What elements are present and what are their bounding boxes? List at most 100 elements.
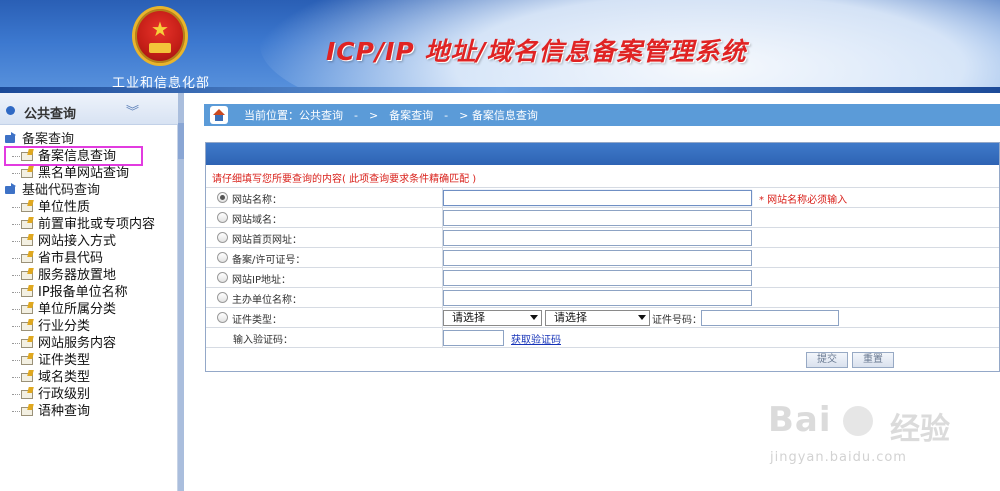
radio-host-unit[interactable] <box>217 292 228 303</box>
site-ip-input[interactable] <box>443 270 752 286</box>
document-icon <box>21 322 33 331</box>
field-row-cert-type: 证件类型： 请选择 请选择 证件号码： <box>206 307 999 328</box>
query-panel: 请仔细填写您所要查询的内容( 此项查询要求条件精确匹配 ) 网站名称： * 网站… <box>205 142 1000 372</box>
captcha-label: 输入验证码： <box>233 335 293 346</box>
field-row-captcha: 输入验证码： 获取验证码 <box>206 327 999 348</box>
sidebar-item-label: 省市县代码 <box>38 251 104 266</box>
chevron-down-icon[interactable]: ︾ <box>126 101 139 120</box>
field-row-host-unit: 主办单位名称： <box>206 287 999 308</box>
sidebar-item-label: 证件类型 <box>38 353 91 368</box>
field-label: 网站域名： <box>232 215 282 226</box>
document-icon <box>21 373 33 382</box>
radio-site-ip[interactable] <box>217 272 228 283</box>
home-icon[interactable] <box>210 106 228 124</box>
submit-button[interactable]: 提交 <box>806 352 848 368</box>
sidebar-item-label: 单位所属分类 <box>38 302 117 317</box>
sidebar-item-server-location[interactable]: 服务器放置地 <box>0 267 178 284</box>
sidebar-item-label: IP报备单位名称 <box>38 285 128 300</box>
sidebar-item-label: 网站接入方式 <box>38 234 117 249</box>
emblem-star-icon: ★ <box>151 17 169 41</box>
homepage-url-input[interactable] <box>443 230 752 246</box>
field-row-license-number: 备案/许可证号： <box>206 247 999 268</box>
folder-arrow-icon <box>5 183 16 194</box>
sidebar-item-unit-nature[interactable]: 单位性质 <box>0 199 178 216</box>
document-icon <box>21 339 33 348</box>
cert-category-select[interactable]: 请选择 <box>443 310 542 326</box>
required-note: * 网站名称必须输入 <box>759 195 848 206</box>
bullet-icon <box>6 106 15 115</box>
captcha-input[interactable] <box>443 330 504 346</box>
splitter-grip[interactable] <box>178 123 184 159</box>
document-icon <box>21 169 33 178</box>
sidebar-item-label: 单位性质 <box>38 200 91 215</box>
sidebar-item-region-code[interactable]: 省市县代码 <box>0 250 178 267</box>
document-icon <box>21 220 33 229</box>
field-label: 网站名称： <box>232 195 282 206</box>
radio-license-number[interactable] <box>217 252 228 263</box>
document-icon <box>21 356 33 365</box>
sidebar-item-label: 行政级别 <box>38 387 91 402</box>
field-row-site-domain: 网站域名： <box>206 207 999 228</box>
sidebar-item-record-info-query[interactable]: 备案信息查询 <box>0 146 178 166</box>
sidebar-item-service-content[interactable]: 网站服务内容 <box>0 335 178 352</box>
sidebar-item-label: 网站服务内容 <box>38 336 117 351</box>
sidebar-item-label: 前置审批或专项内容 <box>38 217 156 232</box>
get-captcha-link[interactable]: 获取验证码 <box>511 331 561 346</box>
host-unit-input[interactable] <box>443 290 752 306</box>
select-value: 请选择 <box>554 311 587 324</box>
baidu-jingyan-watermark: Bai 经验 jingyan.baidu.com <box>768 400 1000 491</box>
sidebar-item-language[interactable]: 语种查询 <box>0 403 178 420</box>
emblem-gate-icon <box>149 43 171 53</box>
panel-title-bar <box>206 143 999 165</box>
sidebar-item-label: 服务器放置地 <box>38 268 117 283</box>
sidebar-item-admin-level[interactable]: 行政级别 <box>0 386 178 403</box>
cert-number-input[interactable] <box>701 310 839 326</box>
sidebar-item-label: 黑名单网站查询 <box>38 166 130 181</box>
site-name-input[interactable] <box>443 190 752 206</box>
select-value: 请选择 <box>452 311 485 324</box>
dropdown-arrow-icon <box>638 315 646 324</box>
sidebar: 公共查询 ︾ 备案查询 备案信息查询 黑名单网站查询 基础代码查询 单位性质 前… <box>0 93 178 491</box>
document-icon <box>21 271 33 280</box>
sidebar-item-ip-unit-name[interactable]: IP报备单位名称 <box>0 284 178 301</box>
cert-type-select[interactable]: 请选择 <box>545 310 650 326</box>
paw-logo-icon <box>843 406 873 436</box>
sidebar-item-pre-approval[interactable]: 前置审批或专项内容 <box>0 216 178 233</box>
watermark-brand-cn: 经验 <box>890 412 950 447</box>
sidebar-item-access-method[interactable]: 网站接入方式 <box>0 233 178 250</box>
license-number-input[interactable] <box>443 250 752 266</box>
document-icon <box>21 407 33 416</box>
radio-cert-type[interactable] <box>217 312 228 323</box>
document-icon <box>21 152 33 161</box>
ministry-name: 工业和信息化部 <box>112 76 211 91</box>
sidebar-item-label: 语种查询 <box>38 404 91 419</box>
field-row-site-name: 网站名称： * 网站名称必须输入 <box>206 187 999 208</box>
radio-homepage-url[interactable] <box>217 232 228 243</box>
sidebar-item-label: 域名类型 <box>38 370 91 385</box>
field-label: 网站IP地址： <box>232 275 291 286</box>
cert-number-label: 证件号码： <box>652 315 702 326</box>
watermark-brand: Bai <box>768 400 832 440</box>
sidebar-item-cert-type[interactable]: 证件类型 <box>0 352 178 369</box>
document-icon <box>21 305 33 314</box>
sidebar-splitter[interactable] <box>178 93 184 491</box>
document-icon <box>21 203 33 212</box>
sidebar-item-blacklist-query[interactable]: 黑名单网站查询 <box>0 165 178 182</box>
tree-group-base-code-query[interactable]: 基础代码查询 <box>0 182 178 199</box>
tree-group-label: 基础代码查询 <box>22 183 101 198</box>
dropdown-arrow-icon <box>530 315 538 324</box>
watermark-url: jingyan.baidu.com <box>770 450 907 465</box>
site-header: ★ 工业和信息化部 ICP/IP 地址/域名信息备案管理系统 <box>0 0 1000 93</box>
reset-button[interactable]: 重置 <box>852 352 894 368</box>
sidebar-item-unit-category[interactable]: 单位所属分类 <box>0 301 178 318</box>
field-label: 主办单位名称： <box>232 295 302 306</box>
sidebar-section-header[interactable]: 公共查询 ︾ <box>0 93 178 125</box>
field-row-homepage-url: 网站首页网址： <box>206 227 999 248</box>
radio-site-name[interactable] <box>217 192 228 203</box>
sidebar-item-domain-type[interactable]: 域名类型 <box>0 369 178 386</box>
sidebar-item-label: 备案信息查询 <box>38 149 117 164</box>
sidebar-item-industry[interactable]: 行业分类 <box>0 318 178 335</box>
site-domain-input[interactable] <box>443 210 752 226</box>
site-title: ICP/IP 地址/域名信息备案管理系统 <box>326 37 747 66</box>
radio-site-domain[interactable] <box>217 212 228 223</box>
